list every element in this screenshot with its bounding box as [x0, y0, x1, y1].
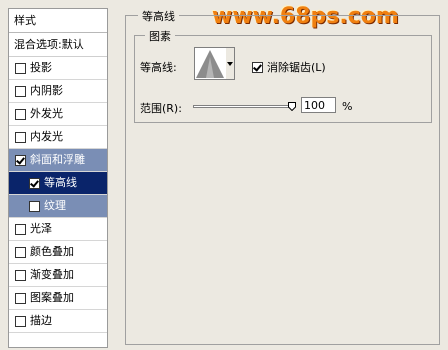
style-item[interactable]: 等高线	[9, 172, 107, 195]
elements-group-legend: 图素	[145, 28, 175, 44]
contour-label: 等高线:	[140, 61, 177, 74]
range-slider[interactable]	[193, 102, 296, 112]
style-item-label: 纹理	[44, 199, 66, 212]
style-item-checkbox[interactable]	[15, 246, 26, 258]
style-item[interactable]: 内阴影	[9, 80, 107, 103]
style-item[interactable]: 渐变叠加	[9, 264, 107, 287]
style-items: 投影内阴影外发光内发光斜面和浮雕等高线纹理光泽颜色叠加渐变叠加图案叠加描边	[9, 57, 107, 333]
style-item-label: 内阴影	[30, 84, 63, 97]
style-item-checkbox[interactable]	[15, 108, 26, 120]
style-item-checkbox[interactable]	[15, 62, 26, 74]
antialias-option[interactable]: 消除锯齿(L)	[252, 59, 326, 75]
style-item-checkbox[interactable]	[15, 269, 26, 281]
style-item-label: 内发光	[30, 130, 63, 143]
styles-header[interactable]: 样式	[9, 9, 107, 33]
style-item-label: 斜面和浮雕	[30, 153, 85, 166]
style-item-label: 等高线	[44, 176, 77, 189]
range-unit: %	[342, 100, 353, 113]
style-item[interactable]: 纹理	[9, 195, 107, 218]
range-input[interactable]	[301, 97, 336, 113]
antialias-label: 消除锯齿(L)	[267, 61, 326, 74]
style-item[interactable]: 外发光	[9, 103, 107, 126]
blending-options-item[interactable]: 混合选项:默认	[9, 33, 107, 57]
contour-panel: 等高线 图素 等高线: 消除锯齿(L) 范围(R): 100 %	[125, 8, 440, 345]
style-item[interactable]: 颜色叠加	[9, 241, 107, 264]
style-item[interactable]: 光泽	[9, 218, 107, 241]
style-item-checkbox[interactable]	[15, 223, 26, 235]
range-slider-thumb[interactable]	[288, 101, 296, 112]
antialias-checkbox[interactable]	[252, 61, 263, 73]
style-item-label: 光泽	[30, 222, 52, 235]
style-item-checkbox[interactable]	[15, 131, 26, 143]
style-item[interactable]: 图案叠加	[9, 287, 107, 310]
style-item-checkbox[interactable]	[15, 292, 26, 304]
cone-contour-icon[interactable]	[195, 48, 226, 79]
style-item-label: 描边	[30, 314, 52, 327]
style-item-label: 渐变叠加	[30, 268, 74, 281]
range-label: 范围(R):	[140, 102, 182, 115]
style-item[interactable]: 内发光	[9, 126, 107, 149]
style-item-label: 图案叠加	[30, 291, 74, 304]
style-item[interactable]: 投影	[9, 57, 107, 80]
style-list: 样式 混合选项:默认 投影内阴影外发光内发光斜面和浮雕等高线纹理光泽颜色叠加渐变…	[8, 8, 108, 348]
style-item-label: 外发光	[30, 107, 63, 120]
style-item-checkbox[interactable]	[29, 200, 40, 212]
contour-picker[interactable]	[194, 47, 235, 80]
elements-group: 图素 等高线: 消除锯齿(L) 范围(R): %	[134, 28, 432, 123]
chevron-down-icon[interactable]	[225, 48, 234, 79]
style-item-checkbox[interactable]	[15, 85, 26, 97]
style-item-checkbox[interactable]	[29, 177, 40, 189]
style-item-label: 投影	[30, 61, 52, 74]
style-item[interactable]: 描边	[9, 310, 107, 333]
style-item[interactable]: 斜面和浮雕	[9, 149, 107, 172]
panel-title: 等高线	[138, 8, 179, 24]
style-item-checkbox[interactable]	[15, 154, 26, 166]
style-item-checkbox[interactable]	[15, 315, 26, 327]
style-item-label: 颜色叠加	[30, 245, 74, 258]
